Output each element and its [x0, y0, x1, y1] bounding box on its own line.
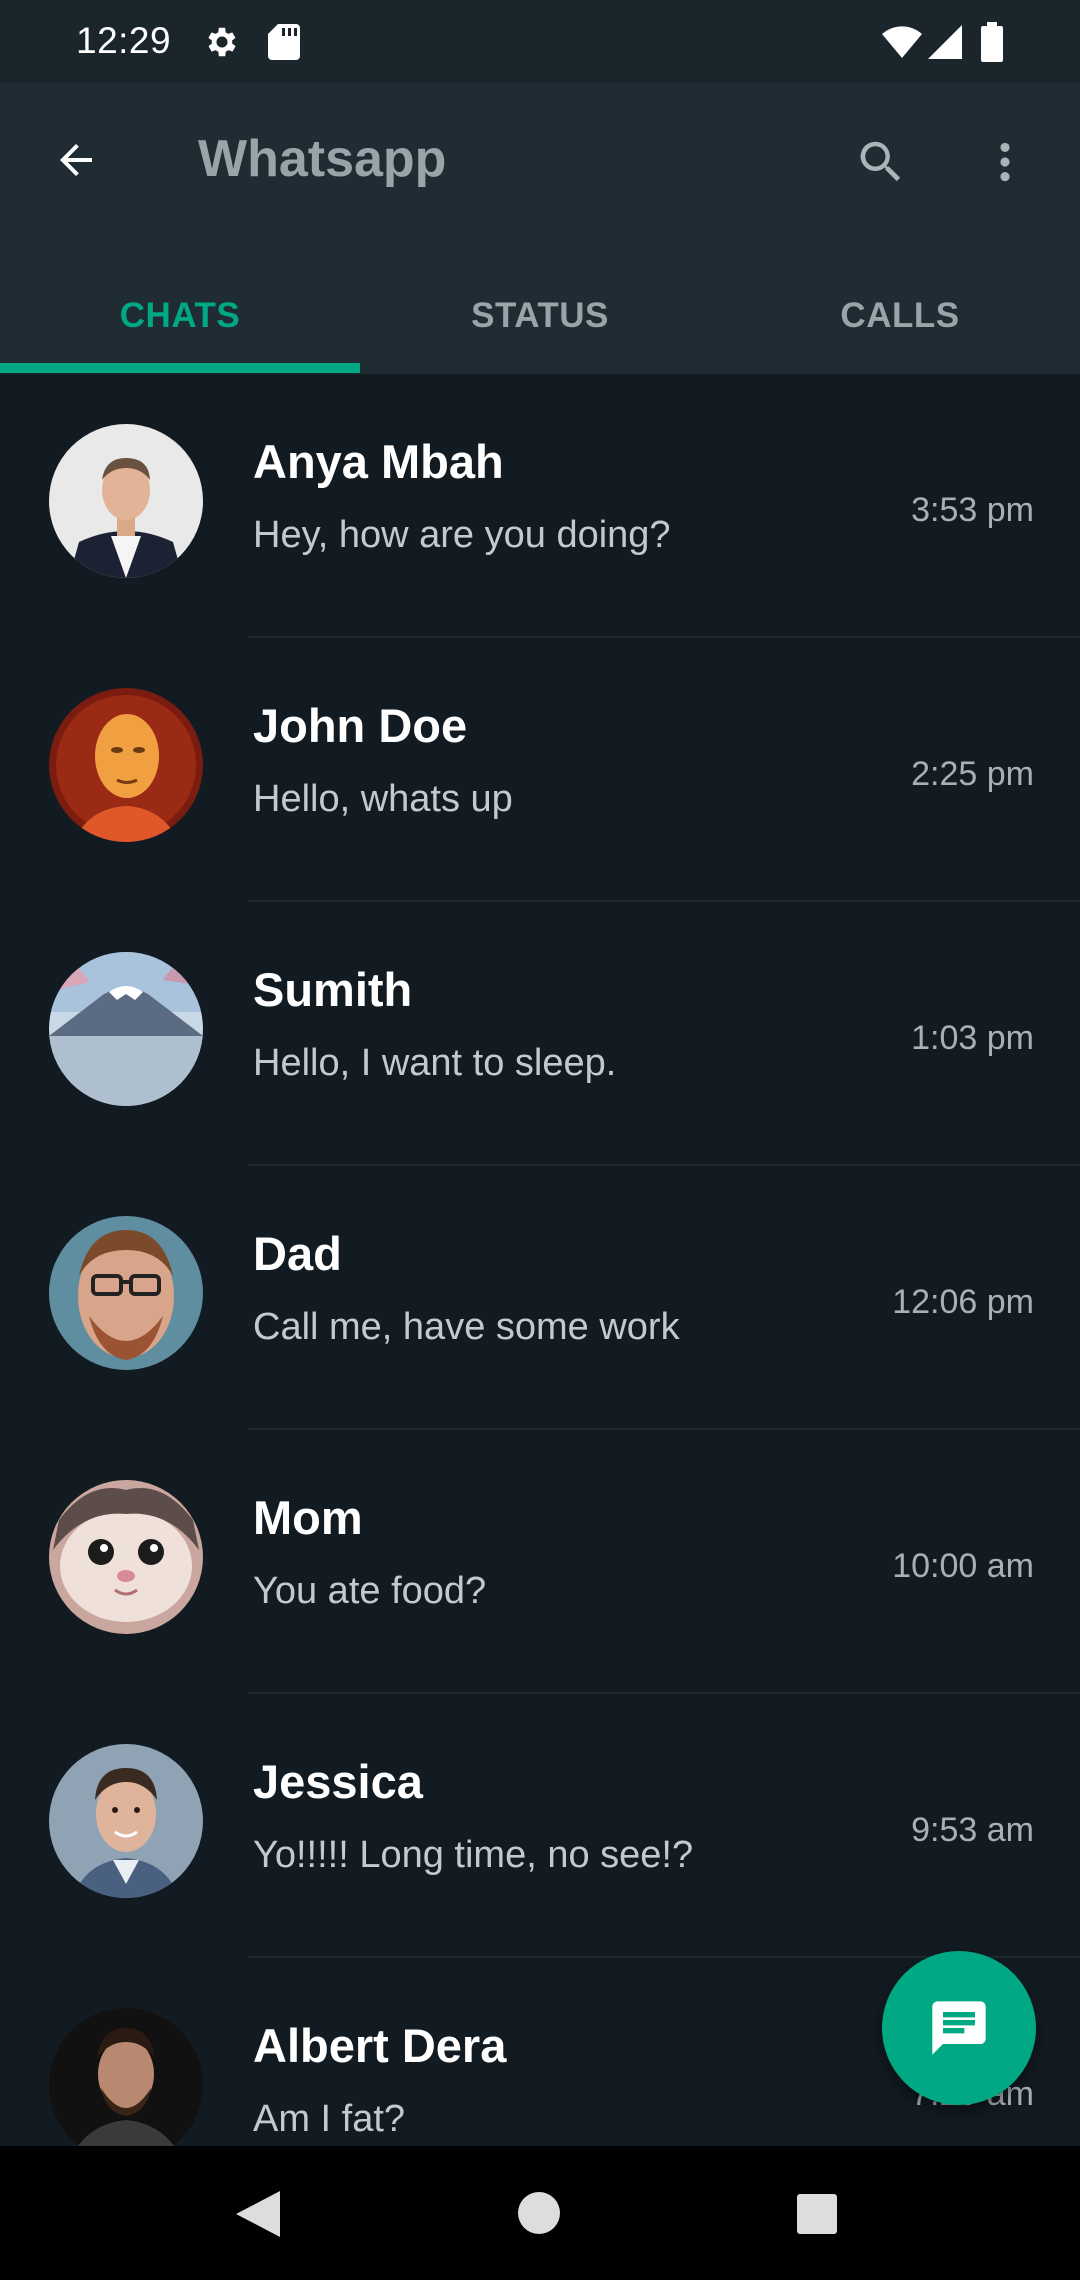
chat-message-icon: [932, 2001, 986, 2055]
wifi-icon: [882, 26, 922, 58]
message-time: 9:53 am: [911, 1811, 1034, 1849]
nav-home-icon[interactable]: [518, 2192, 560, 2234]
avatar-image: [49, 952, 203, 1106]
battery-icon: [981, 22, 1003, 62]
chat-row-john-doe[interactable]: John Doe Hello, whats up 2:25 pm: [0, 638, 1080, 902]
active-tab-indicator: [0, 363, 360, 373]
nav-back-icon[interactable]: [236, 2191, 280, 2237]
navigation-bar: [0, 2146, 1080, 2280]
tab-chats[interactable]: CHATS: [0, 276, 360, 356]
more-vert-icon: [1000, 142, 1010, 182]
search-icon: [860, 141, 901, 182]
avatar[interactable]: [49, 952, 203, 1106]
last-message: Hey, how are you doing?: [253, 514, 671, 556]
contact-name: Sumith: [253, 963, 413, 1016]
back-button[interactable]: [40, 124, 112, 196]
last-message: Hello, I want to sleep.: [253, 1042, 617, 1084]
message-time: 2:25 pm: [911, 755, 1034, 793]
tab-calls[interactable]: CALLS: [720, 276, 1080, 356]
app-bar: Whatsapp CHATS STATUS CALLS: [0, 83, 1080, 374]
avatar-image: [49, 1744, 203, 1898]
avatar[interactable]: [49, 424, 203, 578]
chat-list: Anya Mbah Hey, how are you doing? 3:53 p…: [0, 374, 1080, 2146]
chat-row-jessica[interactable]: Jessica Yo!!!!! Long time, no see!? 9:53…: [0, 1694, 1080, 1958]
more-options-button[interactable]: [980, 127, 1030, 197]
contact-name: Dad: [253, 1227, 342, 1280]
avatar-image: [49, 1216, 203, 1370]
message-time: 12:06 pm: [892, 1283, 1034, 1321]
avatar[interactable]: [49, 1216, 203, 1370]
nav-recents-icon[interactable]: [797, 2194, 837, 2234]
avatar[interactable]: [49, 1744, 203, 1898]
message-time: 3:53 pm: [911, 491, 1034, 529]
contact-name: Jessica: [253, 1755, 423, 1808]
screen: 12:29 Whatsapp CHATS STATUS CALLS Anya M…: [0, 0, 1080, 2280]
search-button[interactable]: [846, 127, 916, 197]
last-message: Hello, whats up: [253, 778, 513, 820]
contact-name: John Doe: [253, 699, 468, 752]
chat-row-dad[interactable]: Dad Call me, have some work 12:06 pm: [0, 1166, 1080, 1430]
gear-icon: [208, 27, 236, 57]
sd-card-icon: [268, 24, 300, 60]
avatar-image: [49, 688, 203, 842]
tab-bar: CHATS STATUS CALLS: [0, 276, 1080, 374]
chat-row-mom[interactable]: Mom You ate food? 10:00 am: [0, 1430, 1080, 1694]
avatar-image: [49, 424, 203, 578]
message-time: 1:03 pm: [911, 1019, 1034, 1057]
new-chat-button[interactable]: [882, 1951, 1036, 2105]
status-time: 12:29: [76, 20, 172, 61]
arrow-back-icon: [60, 144, 92, 176]
chat-row-sumith[interactable]: Sumith Hello, I want to sleep. 1:03 pm: [0, 902, 1080, 1166]
avatar[interactable]: [49, 2008, 203, 2146]
avatar[interactable]: [49, 1480, 203, 1634]
chat-row-anya-mbah[interactable]: Anya Mbah Hey, how are you doing? 3:53 p…: [0, 374, 1080, 638]
contact-name: Mom: [253, 1491, 363, 1544]
last-message: Yo!!!!! Long time, no see!?: [253, 1834, 694, 1876]
last-message: Call me, have some work: [253, 1306, 680, 1348]
last-message: You ate food?: [253, 1570, 487, 1612]
contact-name: Albert Dera: [253, 2019, 507, 2072]
message-time: 10:00 am: [892, 1547, 1034, 1585]
status-bar: 12:29: [0, 0, 1080, 83]
contact-name: Anya Mbah: [253, 435, 504, 488]
signal-icon: [928, 25, 962, 59]
tab-status[interactable]: STATUS: [360, 276, 720, 356]
last-message: Am I fat?: [253, 2098, 406, 2140]
avatar[interactable]: [49, 688, 203, 842]
app-title: Whatsapp: [198, 130, 447, 188]
avatar-image: [49, 1480, 203, 1634]
avatar-image: [49, 2008, 203, 2146]
